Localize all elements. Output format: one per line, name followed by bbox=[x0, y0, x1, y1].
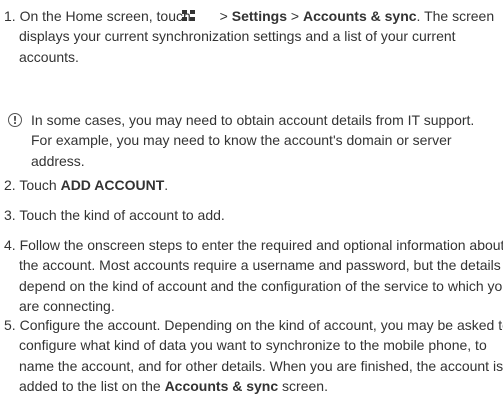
step-2-intro: Touch bbox=[19, 177, 61, 193]
step-4-text: Follow the onscreen steps to enter the r… bbox=[19, 237, 503, 314]
instructions-page: 1. On the Home screen, touch > Settings … bbox=[0, 0, 503, 400]
note-block: In some cases, you may need to obtain ac… bbox=[4, 110, 499, 171]
step-2-number: 2. bbox=[4, 177, 16, 193]
step-3-text: Touch the kind of account to add. bbox=[19, 207, 225, 223]
step-5-rest: screen. bbox=[278, 377, 328, 394]
step-1-number: 1. bbox=[4, 8, 16, 24]
step-2: 2. Touch ADD ACCOUNT. bbox=[4, 175, 503, 195]
step-1-sep-2: > bbox=[286, 8, 303, 24]
step-1: 1. On the Home screen, touch > Settings … bbox=[4, 6, 503, 67]
add-account-label: ADD ACCOUNT bbox=[60, 177, 165, 193]
step-5: 5. Configure the account. Depending on t… bbox=[4, 315, 503, 396]
settings-label: Settings bbox=[231, 8, 287, 24]
step-3: 3. Touch the kind of account to add. bbox=[4, 205, 503, 225]
accounts-sync-screen-label: Accounts & sync bbox=[164, 377, 279, 394]
step-3-number: 3. bbox=[4, 207, 16, 223]
step-1-intro: On the Home screen, touch bbox=[19, 8, 191, 24]
info-note-icon bbox=[8, 111, 22, 131]
step-2-rest: . bbox=[164, 177, 169, 193]
apps-grid-icon bbox=[181, 7, 211, 21]
step-4: 4. Follow the onscreen steps to enter th… bbox=[4, 235, 503, 316]
step-1-sep-1: > bbox=[215, 8, 232, 24]
accounts-sync-label: Accounts & sync bbox=[302, 8, 417, 24]
step-4-number: 4. bbox=[4, 237, 16, 253]
note-text: In some cases, you may need to obtain ac… bbox=[31, 112, 475, 169]
step-5-number: 5. bbox=[4, 317, 16, 333]
